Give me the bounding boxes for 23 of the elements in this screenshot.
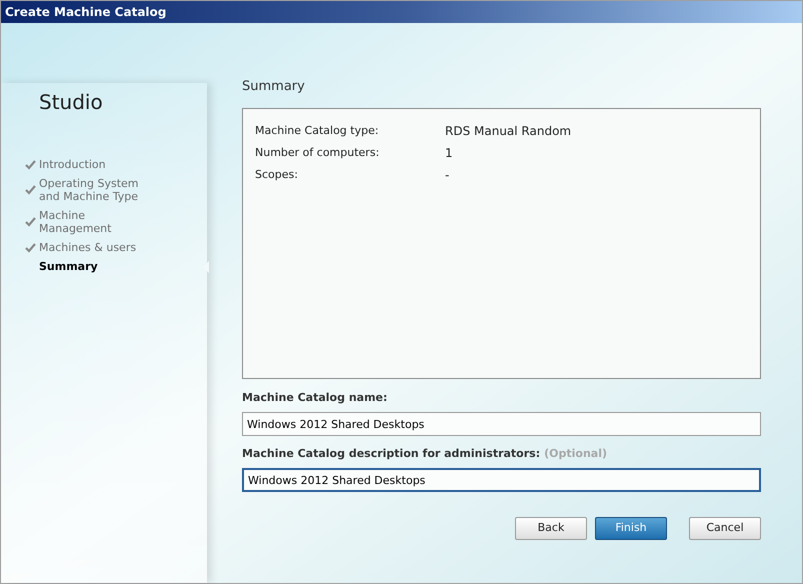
wizard-step[interactable]: Machine Management (39, 209, 159, 235)
summary-value: - (445, 167, 450, 184)
dialog-button[interactable]: Cancel (689, 517, 761, 540)
wizard-step[interactable]: Machines & users (39, 241, 159, 254)
window-title: Create Machine Catalog (5, 4, 166, 21)
field-label: Machine Catalog description for administrators: (242, 447, 540, 461)
summary-value: RDS Manual Random (445, 123, 572, 140)
field-label: Machine Catalog name: (242, 391, 388, 405)
dialog-button[interactable]: Back (515, 517, 587, 540)
summary-value: 1 (445, 145, 453, 162)
wizard-step[interactable]: Summary (39, 260, 159, 273)
dialog-button[interactable]: Finish (595, 517, 667, 540)
text-input-field[interactable]: Windows 2012 Shared Desktops (242, 412, 761, 436)
pointer-icon (203, 260, 209, 272)
summary-label: Machine Catalog type: (255, 122, 380, 139)
summary-label: Number of computers: (255, 144, 380, 161)
sidebar-title: Studio (39, 90, 104, 114)
wizard-step[interactable]: Introduction (39, 158, 159, 171)
page-title: Summary (242, 79, 306, 95)
summary-label: Scopes: (255, 166, 299, 183)
text-input-field[interactable]: Windows 2012 Shared Desktops (242, 468, 761, 492)
wizard-step[interactable]: Operating System and Machine Type (39, 177, 159, 203)
optional-hint: (Optional) (544, 447, 607, 461)
